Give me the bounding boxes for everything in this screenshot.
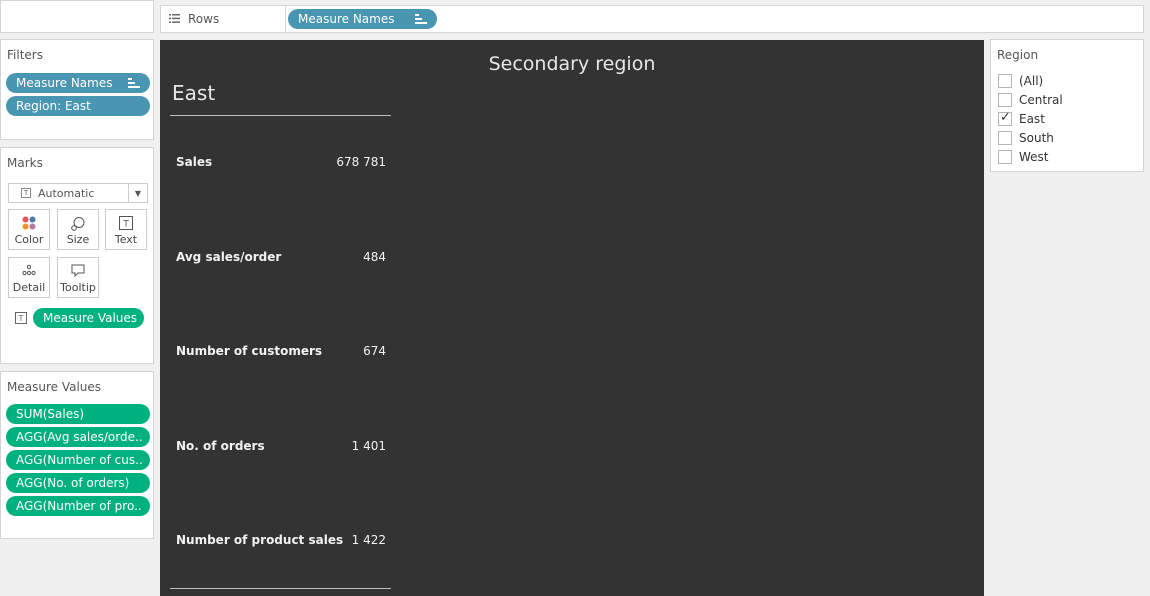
measure-pill[interactable]: SUM(Sales) xyxy=(6,404,150,424)
filter-pill-measure-names[interactable]: Measure Names xyxy=(6,73,150,93)
tooltip-button-label: Tooltip xyxy=(60,281,96,294)
table-row[interactable]: No. of orders 1 401 xyxy=(176,439,386,453)
checkbox-checked[interactable] xyxy=(998,110,1012,126)
measure-pill-label: AGG(Number of pro.. xyxy=(16,499,142,513)
table-row[interactable]: Avg sales/order 484 xyxy=(176,250,386,264)
size-button[interactable]: Size xyxy=(57,209,99,250)
row-value: 1 401 xyxy=(351,439,386,453)
checkbox[interactable] xyxy=(998,74,1012,88)
measure-pill[interactable]: AGG(Number of cus.. xyxy=(6,450,150,470)
option-label: South xyxy=(1019,131,1054,145)
filter-pill-region[interactable]: Region: East xyxy=(6,96,150,116)
region-header: East xyxy=(172,81,216,105)
measure-pill[interactable]: AGG(Avg sales/orde.. xyxy=(6,427,150,447)
svg-text:T: T xyxy=(122,220,129,230)
row-value: 678 781 xyxy=(336,155,386,169)
option-label: East xyxy=(1019,112,1045,126)
row-label: Number of customers xyxy=(176,344,323,358)
top-left-blank xyxy=(0,0,154,33)
measure-pill[interactable]: AGG(No. of orders) xyxy=(6,473,150,493)
marks-pill-measure-values[interactable]: Measure Values xyxy=(33,308,144,328)
tooltip-button[interactable]: Tooltip xyxy=(57,257,99,298)
measure-values-card: Measure Values SUM(Sales) AGG(Avg sales/… xyxy=(0,371,154,539)
region-filter-card: Region (All) Central East South West xyxy=(990,39,1144,172)
text-button-label: Text xyxy=(114,233,138,246)
mark-type-value: Automatic xyxy=(38,186,95,200)
region-option-west[interactable]: West xyxy=(998,150,1049,164)
text-encoding-icon: T xyxy=(15,312,27,327)
filters-title: Filters xyxy=(7,48,43,62)
rows-shelf[interactable]: Rows Measure Names xyxy=(160,5,1144,33)
rows-label-text: Rows xyxy=(188,12,220,26)
marks-title: Marks xyxy=(7,156,43,170)
footer-rule xyxy=(170,588,391,589)
option-label: (All) xyxy=(1019,74,1044,88)
color-button[interactable]: Color xyxy=(8,209,50,250)
measure-pill-label: AGG(Avg sales/orde.. xyxy=(16,430,143,444)
table-row[interactable]: Sales 678 781 xyxy=(176,155,386,169)
row-label: Sales xyxy=(176,155,213,169)
detail-icon xyxy=(22,264,36,279)
size-icon xyxy=(70,216,86,235)
option-label: Central xyxy=(1019,93,1063,107)
viz-title: Secondary region xyxy=(488,53,656,75)
region-option-south[interactable]: South xyxy=(998,131,1054,145)
sort-icon xyxy=(128,78,140,88)
marks-card: Marks T Automatic ▼ Color Size T Text De… xyxy=(0,147,154,364)
sort-icon xyxy=(415,14,427,24)
text-button[interactable]: T Text xyxy=(105,209,147,250)
chevron-down-icon[interactable]: ▼ xyxy=(128,184,147,202)
filters-card: Filters Measure Names Region: East xyxy=(0,39,154,140)
row-label: No. of orders xyxy=(176,439,265,453)
row-value: 674 xyxy=(363,344,386,358)
mark-type-dropdown[interactable]: T Automatic ▼ xyxy=(8,183,148,203)
rows-pill-label: Measure Names xyxy=(298,12,395,26)
region-option-all[interactable]: (All) xyxy=(998,74,1043,88)
measure-pill-label: AGG(No. of orders) xyxy=(16,476,130,490)
rows-pill-measure-names[interactable]: Measure Names xyxy=(288,9,437,29)
region-option-central[interactable]: Central xyxy=(998,93,1063,107)
tooltip-icon xyxy=(71,264,85,280)
measure-pill-label: SUM(Sales) xyxy=(16,407,85,421)
rows-lines-icon xyxy=(169,12,180,26)
marks-pill-label: Measure Values xyxy=(43,311,138,325)
measure-values-title: Measure Values xyxy=(7,380,102,394)
row-label: Number of product sales xyxy=(176,533,344,547)
checkbox[interactable] xyxy=(998,150,1012,164)
text-mark-icon: T xyxy=(21,188,31,198)
row-value: 484 xyxy=(363,250,386,264)
measure-pill[interactable]: AGG(Number of pro.. xyxy=(6,496,150,516)
color-icon xyxy=(22,216,36,233)
region-option-east[interactable]: East xyxy=(998,110,1045,126)
filter-pill-label: Region: East xyxy=(16,99,91,113)
row-label: Avg sales/order xyxy=(176,250,282,264)
row-value: 1 422 xyxy=(351,533,386,547)
option-label: West xyxy=(1019,150,1049,164)
detail-button-label: Detail xyxy=(12,281,46,294)
region-filter-title: Region xyxy=(997,48,1039,62)
table-row[interactable]: Number of customers 674 xyxy=(176,344,386,358)
checkbox[interactable] xyxy=(998,93,1012,107)
table-row[interactable]: Number of product sales 1 422 xyxy=(176,533,386,547)
filter-pill-label: Measure Names xyxy=(16,76,113,90)
rows-shelf-label: Rows xyxy=(161,6,286,32)
text-icon: T xyxy=(119,216,133,233)
measure-pill-label: AGG(Number of cus.. xyxy=(16,453,143,467)
detail-button[interactable]: Detail xyxy=(8,257,50,298)
color-button-label: Color xyxy=(14,233,44,246)
checkbox[interactable] xyxy=(998,131,1012,145)
svg-text:T: T xyxy=(18,314,24,323)
header-rule xyxy=(170,115,391,116)
viz-canvas[interactable]: Secondary region East Sales 678 781 Avg … xyxy=(160,40,984,596)
